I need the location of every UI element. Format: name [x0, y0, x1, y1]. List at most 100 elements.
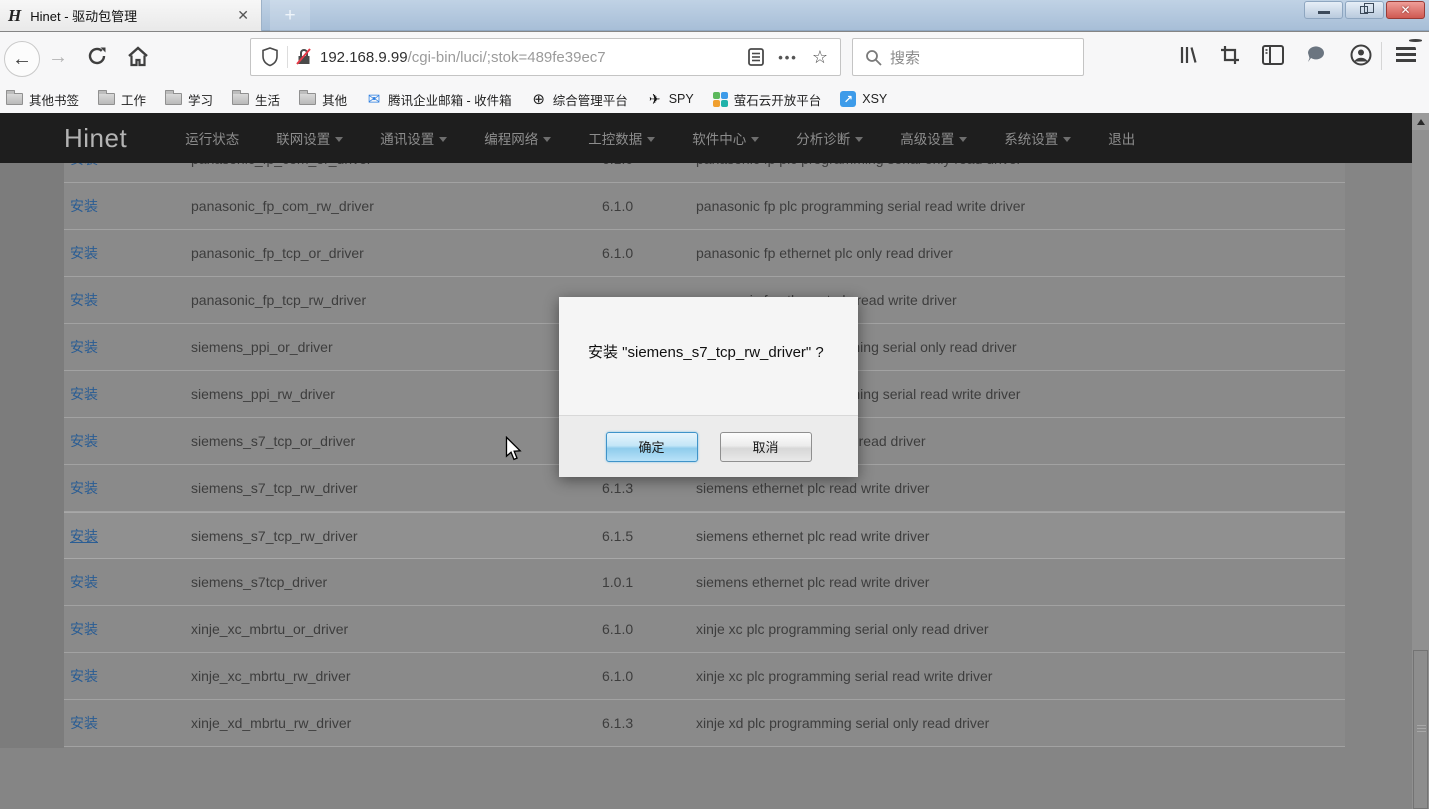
library-icon[interactable] — [1178, 44, 1198, 66]
install-link[interactable]: 安装 — [70, 668, 98, 684]
install-link[interactable]: 安装 — [70, 433, 98, 449]
cancel-button[interactable]: 取消 — [720, 432, 812, 462]
scroll-up-button[interactable] — [1412, 113, 1429, 130]
nav-item-8[interactable]: 系统设置 — [1004, 128, 1071, 148]
site-favicon-icon: H — [8, 6, 21, 26]
install-link[interactable]: 安装 — [70, 386, 98, 402]
bookmark-item-4[interactable]: 其他 — [299, 90, 347, 109]
nav-item-2[interactable]: 通讯设置 — [380, 128, 447, 148]
tracking-shield-icon[interactable] — [261, 47, 279, 67]
menu-button[interactable]: ↑ — [1396, 47, 1416, 63]
bookmark-item-9[interactable]: ↗XSY — [840, 91, 887, 107]
search-input[interactable]: 搜索 — [852, 38, 1084, 76]
folder-icon — [6, 93, 23, 105]
bookmark-item-6[interactable]: ⊕综合管理平台 — [531, 90, 628, 109]
arrow-icon: ↗ — [840, 91, 856, 107]
install-link[interactable]: 安装 — [70, 528, 98, 544]
driver-name: siemens_s7tcp_driver — [191, 574, 602, 590]
install-link[interactable]: 安装 — [70, 198, 98, 214]
bookmark-label: 生活 — [255, 90, 280, 109]
driver-version: 6.1.0 — [602, 163, 696, 167]
url-bar[interactable]: 192.168.9.99/cgi-bin/luci/;stok=489fe39e… — [250, 38, 841, 76]
install-link[interactable]: 安装 — [70, 245, 98, 261]
bookmark-star-icon[interactable]: ☆ — [812, 47, 828, 68]
tab-close-icon[interactable]: ✕ — [233, 7, 253, 24]
restore-button[interactable] — [1345, 1, 1384, 19]
sidebar-icon[interactable] — [1262, 44, 1284, 66]
app-logo[interactable]: Hinet — [64, 123, 127, 154]
nav-item-5[interactable]: 软件中心 — [692, 128, 759, 148]
folder-icon — [165, 93, 182, 105]
close-button[interactable]: ✕ — [1386, 1, 1425, 19]
ok-button[interactable]: 确定 — [606, 432, 698, 462]
table-row: 安装xinje_xc_mbrtu_rw_driver6.1.0xinje xc … — [64, 653, 1345, 700]
install-link[interactable]: 安装 — [70, 574, 98, 590]
nav-item-6[interactable]: 分析诊断 — [796, 128, 863, 148]
table-row: 安装xinje_xc_mbrtu_or_driver6.1.0xinje xc … — [64, 606, 1345, 653]
install-cell: 安装 — [64, 290, 191, 310]
scrollbar-thumb[interactable] — [1413, 650, 1428, 809]
back-button[interactable]: ← — [4, 41, 40, 77]
install-link[interactable]: 安装 — [70, 339, 98, 355]
nav-item-1[interactable]: 联网设置 — [276, 128, 343, 148]
nav-item-9[interactable]: 退出 — [1108, 128, 1135, 148]
url-host: 192.168.9.99 — [320, 49, 408, 66]
install-cell: 安装 — [64, 243, 191, 263]
screenshot-crop-icon[interactable] — [1220, 44, 1240, 66]
globe-icon: ⊕ — [531, 91, 547, 107]
scrollbar[interactable] — [1412, 113, 1429, 809]
new-tab-button[interactable]: + — [270, 0, 310, 31]
table-row: 安装panasonic_fp_com_or_driver6.1.0panason… — [64, 163, 1345, 183]
forward-button[interactable]: → — [48, 46, 68, 69]
driver-description: xinje xc plc programming serial read wri… — [696, 668, 1345, 684]
driver-description: panasonic fp plc programming serial read… — [696, 198, 1345, 214]
install-link[interactable]: 安装 — [70, 715, 98, 731]
reader-mode-icon[interactable] — [748, 48, 764, 66]
urlbar-divider — [287, 46, 288, 68]
nav-item-7[interactable]: 高级设置 — [900, 128, 967, 148]
browser-tab[interactable]: H Hinet - 驱动包管理 ✕ — [0, 0, 262, 31]
bookmark-item-3[interactable]: 生活 — [232, 90, 280, 109]
nav-item-4[interactable]: 工控数据 — [588, 128, 655, 148]
install-link[interactable]: 安装 — [70, 621, 98, 637]
insecure-lock-icon[interactable] — [296, 48, 312, 66]
nav-item-3[interactable]: 编程网络 — [484, 128, 551, 148]
chevron-down-icon — [543, 137, 551, 142]
driver-name: xinje_xd_mbrtu_rw_driver — [191, 715, 602, 731]
driver-name: siemens_ppi_rw_driver — [191, 386, 602, 402]
nav-item-label: 通讯设置 — [380, 128, 434, 148]
messages-icon[interactable] — [1306, 44, 1328, 66]
install-cell: 安装 — [64, 666, 191, 686]
page-actions-icon[interactable]: ••• — [778, 50, 798, 65]
bookmark-label: 工作 — [121, 90, 146, 109]
screen: H Hinet - 驱动包管理 ✕ + ✕ ← → — [0, 0, 1429, 809]
mouse-cursor-icon — [503, 436, 523, 462]
install-link[interactable]: 安装 — [70, 163, 98, 167]
reload-button[interactable] — [86, 45, 108, 67]
driver-description: siemens ethernet plc read write driver — [696, 528, 1345, 544]
bookmark-item-7[interactable]: ✈SPY — [647, 91, 694, 107]
home-button[interactable] — [126, 45, 150, 69]
bookmark-item-2[interactable]: 学习 — [165, 90, 213, 109]
account-icon[interactable] — [1350, 44, 1372, 66]
install-link[interactable]: 安装 — [70, 292, 98, 308]
window-controls: ✕ — [1304, 1, 1425, 19]
table-row: 安装panasonic_fp_tcp_or_driver6.1.0panason… — [64, 230, 1345, 277]
minimize-icon — [1318, 11, 1330, 14]
chevron-down-icon — [647, 137, 655, 142]
table-row: 安装xinje_xd_mbrtu_rw_driver6.1.3xinje xd … — [64, 700, 1345, 747]
bookmark-item-0[interactable]: 其他书签 — [6, 90, 79, 109]
driver-version: 6.1.3 — [602, 480, 696, 496]
driver-name: panasonic_fp_tcp_rw_driver — [191, 292, 602, 308]
bookmark-item-1[interactable]: 工作 — [98, 90, 146, 109]
scrollbar-grip-icon — [1417, 725, 1426, 734]
url-text: 192.168.9.99/cgi-bin/luci/;stok=489fe39e… — [320, 49, 606, 66]
install-cell: 安装 — [64, 713, 191, 733]
install-link[interactable]: 安装 — [70, 480, 98, 496]
bookmark-item-5[interactable]: ✉腾讯企业邮箱 - 收件箱 — [366, 90, 512, 109]
minimize-button[interactable] — [1304, 1, 1343, 19]
bookmark-item-8[interactable]: 萤石云开放平台 — [713, 90, 822, 109]
app-nav: 运行状态 联网设置 通讯设置 编程网络 工控数据 软件中心 分析诊断 高级设置 系统设置 退出 — [185, 128, 1135, 148]
mail-icon: ✉ — [366, 91, 382, 107]
nav-item-0[interactable]: 运行状态 — [185, 128, 239, 148]
